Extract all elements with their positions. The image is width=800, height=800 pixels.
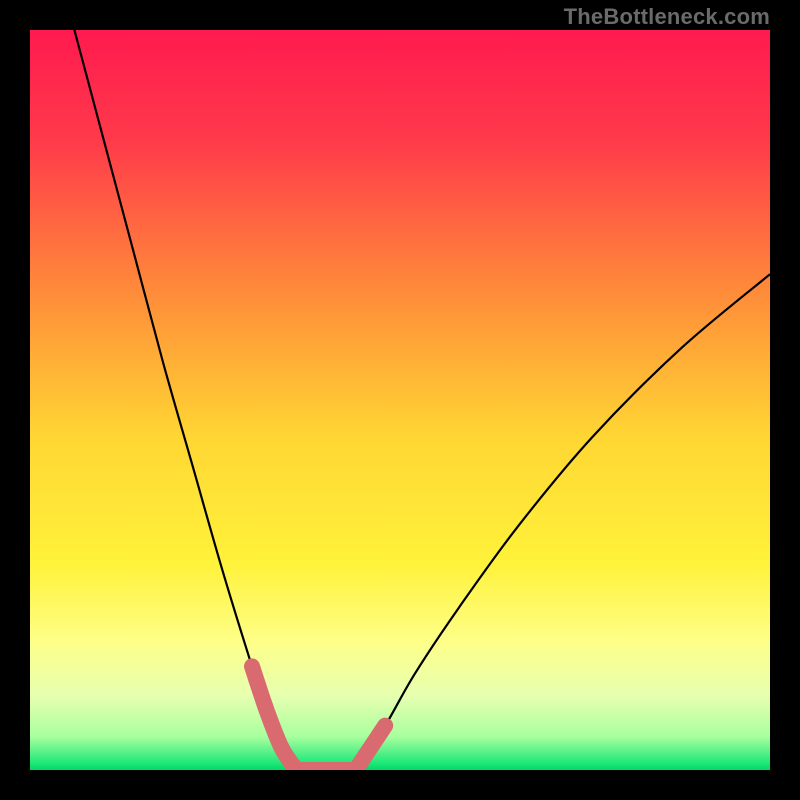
chart-curve-layer xyxy=(30,30,770,770)
curve-left-arm xyxy=(74,30,296,770)
highlight-left xyxy=(252,666,296,770)
highlight-right xyxy=(356,726,386,770)
chart-frame xyxy=(30,30,770,770)
curve-right-arm xyxy=(356,274,770,770)
watermark-text: TheBottleneck.com xyxy=(564,4,770,30)
